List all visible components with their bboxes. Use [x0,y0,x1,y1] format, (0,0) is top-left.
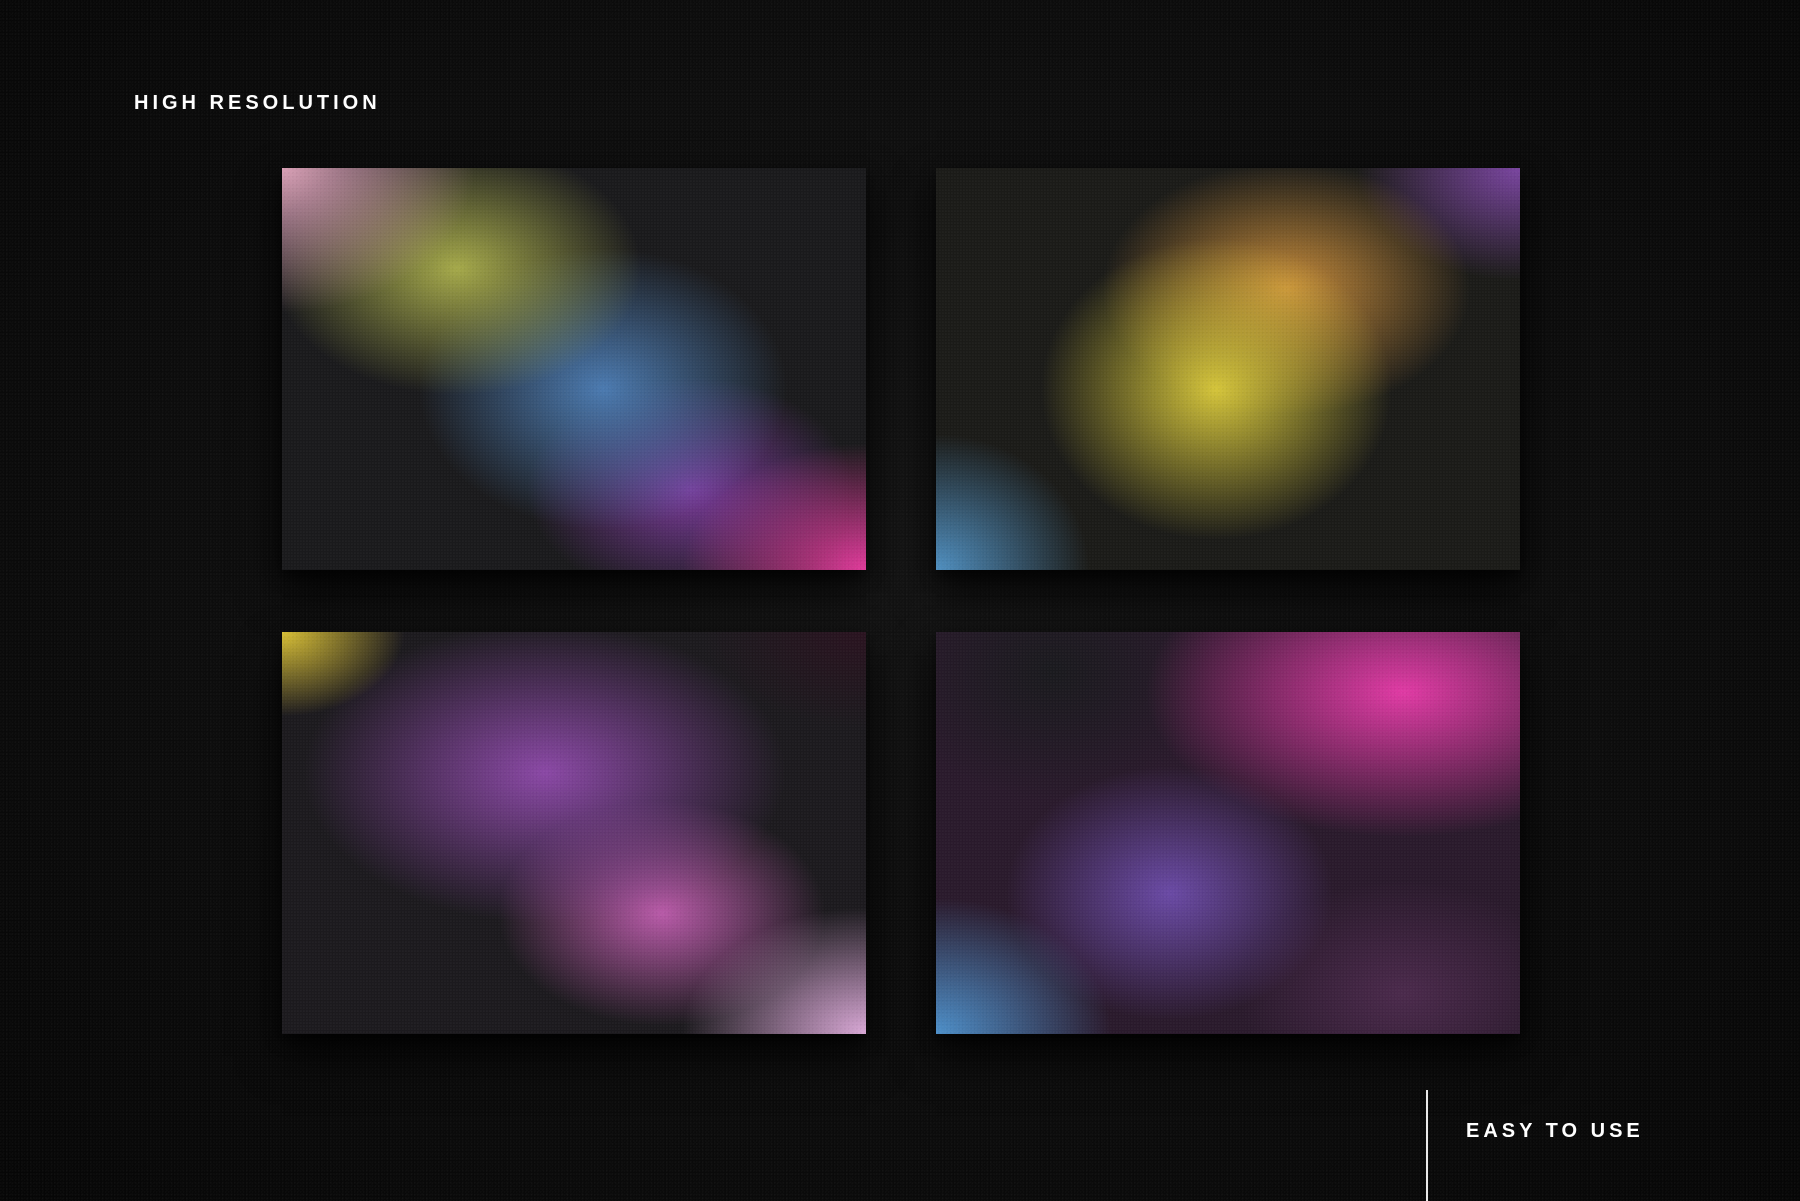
easy-to-use-label: EASY TO USE [1466,1120,1644,1142]
gradient-card-2 [936,168,1520,570]
gradient-card-3 [282,632,866,1034]
gradient-card-1 [282,168,866,570]
gradient-card-4 [936,632,1520,1034]
vertical-divider [1426,1090,1428,1201]
noise-texture [0,0,1800,1201]
high-resolution-label: HIGH RESOLUTION [134,92,381,114]
